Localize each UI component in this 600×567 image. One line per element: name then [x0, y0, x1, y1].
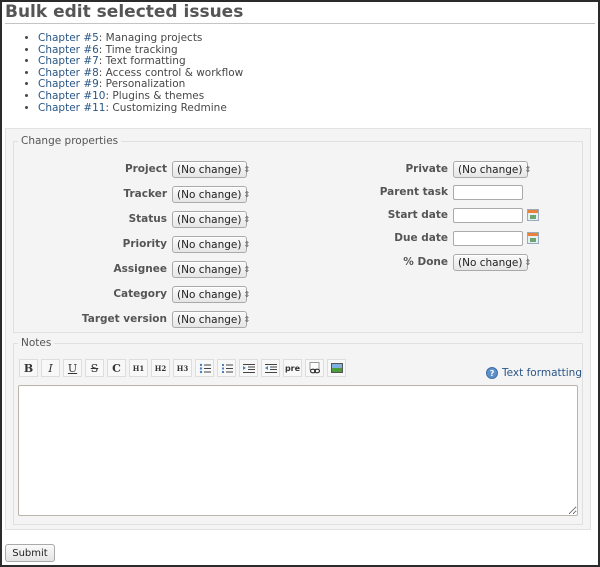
select-arrows-icon: ⇕ [243, 165, 251, 174]
ordered-list-button[interactable] [217, 359, 236, 377]
field-assignee: Assignee (No change) ⇕ [14, 259, 251, 279]
image-icon [330, 363, 343, 373]
issue-link[interactable]: Chapter #8 [38, 67, 99, 79]
page-title: Bulk edit selected issues [5, 2, 595, 24]
issue-subject: : Text formatting [98, 55, 186, 68]
preformatted-button[interactable]: pre [283, 359, 302, 377]
issue-link[interactable]: Chapter #9 [38, 78, 99, 91]
fieldset-legend: Change properties [21, 135, 119, 147]
heading-3-button[interactable]: H3 [173, 359, 192, 377]
issue-subject: : Access control & workflow [98, 66, 244, 79]
select-arrows-icon: ⇕ [524, 165, 532, 174]
wiki-toolbar: B I U S C H1 H2 H3 pre [19, 359, 346, 377]
field-label: Priority [122, 238, 167, 250]
image-button[interactable] [327, 359, 346, 377]
issue-link[interactable]: Chapter #11 [38, 102, 105, 114]
select-arrows-icon: ⇕ [243, 265, 251, 274]
target-version-select[interactable]: (No change) ⇕ [172, 310, 251, 328]
issue-link[interactable]: Chapter #10 [38, 90, 105, 102]
ordered-list-icon [221, 363, 233, 373]
strikethrough-button[interactable]: S [85, 359, 104, 377]
field-status: Status (No change) ⇕ [14, 209, 251, 229]
help-icon: ? [486, 367, 499, 379]
quote-button[interactable] [239, 359, 258, 377]
unordered-list-icon [199, 363, 211, 373]
text-formatting-help-link[interactable]: ? Text formatting [486, 367, 582, 379]
issue-link[interactable]: Chapter #7 [38, 55, 99, 67]
issue-link[interactable]: Chapter #5 [38, 32, 99, 44]
field-project: Project (No change) ⇕ [14, 159, 251, 179]
select-arrows-icon: ⇕ [243, 290, 251, 299]
field-parent-task: Parent task [316, 182, 523, 202]
select-arrows-icon: ⇕ [243, 190, 251, 199]
select-arrows-icon: ⇕ [243, 215, 251, 224]
notes-textarea[interactable] [18, 385, 578, 516]
field-label: Status [128, 213, 167, 225]
link-icon [309, 362, 320, 374]
issue-subject: : Managing projects [98, 32, 203, 44]
field-private: Private (No change) ⇕ [316, 159, 532, 179]
calendar-icon[interactable] [527, 209, 539, 221]
select-arrows-icon: ⇕ [524, 258, 532, 267]
notes-fieldset: Notes B I U S C H1 H2 H3 pre ? Text form… [13, 337, 583, 525]
issue-subject: : Time tracking [98, 43, 178, 56]
field-label: Due date [394, 232, 448, 244]
unquote-icon [264, 363, 277, 373]
unquote-button[interactable] [261, 359, 280, 377]
wiki-link-button[interactable] [305, 359, 324, 377]
underline-button[interactable]: U [63, 359, 82, 377]
submit-button[interactable]: Submit [5, 544, 55, 562]
calendar-icon[interactable] [527, 232, 539, 244]
list-item: Chapter #11: Customizing Redmine [38, 101, 243, 115]
field-label: Project [124, 163, 167, 175]
field-due-date: Due date [316, 228, 539, 248]
change-properties-fieldset: Change properties Project (No change) ⇕ T… [13, 135, 583, 333]
code-button[interactable]: C [107, 359, 126, 377]
issue-link[interactable]: Chapter #6 [38, 44, 99, 56]
unordered-list-button[interactable] [195, 359, 214, 377]
field-label: Tracker [123, 188, 168, 200]
percent-done-select[interactable]: (No change) ⇕ [453, 253, 532, 271]
select-arrows-icon: ⇕ [243, 315, 251, 324]
field-tracker: Tracker (No change) ⇕ [14, 184, 251, 204]
category-select[interactable]: (No change) ⇕ [172, 285, 251, 303]
heading-1-button[interactable]: H1 [129, 359, 148, 377]
field-label: Assignee [113, 263, 167, 275]
issue-subject: : Plugins & themes [105, 89, 205, 102]
field-label: Target version [81, 313, 167, 325]
quote-icon [242, 363, 255, 373]
private-select[interactable]: (No change) ⇕ [453, 160, 532, 178]
start-date-input[interactable] [453, 207, 523, 223]
field-label: Category [113, 288, 167, 300]
field-start-date: Start date [316, 205, 539, 225]
tracker-select[interactable]: (No change) ⇕ [172, 185, 251, 203]
selected-issues-list: Chapter #5: Managing projects Chapter #6… [22, 32, 244, 115]
field-label: Parent task [379, 186, 448, 198]
fieldset-legend: Notes [21, 337, 52, 349]
due-date-input[interactable] [453, 230, 523, 246]
status-select[interactable]: (No change) ⇕ [172, 210, 251, 228]
project-select[interactable]: (No change) ⇕ [172, 160, 251, 178]
issue-subject: : Personalization [98, 78, 186, 91]
field-label: Start date [387, 209, 448, 221]
priority-select[interactable]: (No change) ⇕ [172, 235, 251, 253]
field-label: % Done [403, 256, 448, 268]
field-target-version: Target version (No change) ⇕ [14, 309, 251, 329]
heading-2-button[interactable]: H2 [151, 359, 170, 377]
bulk-edit-form: Change properties Project (No change) ⇕ T… [5, 128, 591, 530]
issue-subject: : Customizing Redmine [105, 101, 227, 114]
field-category: Category (No change) ⇕ [14, 284, 251, 304]
parent-task-input[interactable] [453, 184, 523, 200]
assignee-select[interactable]: (No change) ⇕ [172, 260, 251, 278]
bold-button[interactable]: B [19, 359, 38, 377]
field-percent-done: % Done (No change) ⇕ [316, 252, 532, 272]
select-arrows-icon: ⇕ [243, 240, 251, 249]
field-label: Private [405, 163, 448, 175]
italic-button[interactable]: I [41, 359, 60, 377]
field-priority: Priority (No change) ⇕ [14, 234, 251, 254]
